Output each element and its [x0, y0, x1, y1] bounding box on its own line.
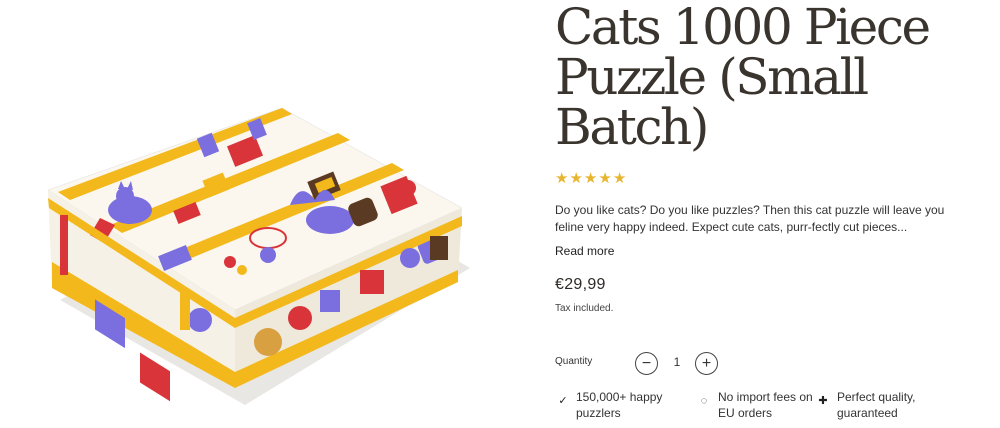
feature-list: ✓ 150,000+ happy puzzlers ◌ No import fe…: [555, 389, 985, 425]
star-icon: ★: [555, 170, 569, 187]
feature-item: ✚ Perfect quality, guaranteed: [817, 389, 967, 421]
star-icon: ★: [569, 170, 583, 187]
minus-icon: −: [641, 354, 652, 372]
feature-text: 150,000+ happy puzzlers: [576, 390, 663, 420]
plus-icon: +: [701, 354, 712, 372]
puzzle-box-illustration: [47, 107, 470, 405]
read-more-link[interactable]: Read more: [555, 244, 614, 258]
tax-note: Tax included.: [555, 303, 614, 314]
rating-stars[interactable]: ★ ★ ★ ★ ★: [555, 170, 985, 187]
puzzle-piece-icon: ✚: [818, 395, 828, 407]
product-description: Do you like cats? Do you like puzzles? T…: [555, 203, 945, 234]
feature-item: ✓ 150,000+ happy puzzlers: [558, 389, 688, 421]
product-image[interactable]: [0, 0, 520, 428]
check-icon: ✓: [558, 395, 568, 407]
dotted-circle-icon: ◌: [700, 395, 708, 407]
quantity-value[interactable]: 1: [667, 355, 687, 369]
product-price: €29,99: [555, 276, 606, 293]
feature-text: No import fees on EU orders: [718, 390, 813, 420]
star-icon: ★: [612, 170, 627, 187]
product-info: Cats 1000 Piece Puzzle (Small Batch) ★ ★…: [555, 0, 985, 420]
increase-quantity-button[interactable]: +: [695, 352, 718, 375]
product-title: Cats 1000 Piece Puzzle (Small Batch): [555, 0, 931, 156]
star-icon: ★: [583, 170, 598, 187]
quantity-label: Quantity: [555, 356, 593, 367]
quantity-stepper: Quantity − 1 +: [555, 350, 985, 376]
decrease-quantity-button[interactable]: −: [635, 352, 658, 375]
feature-text: Perfect quality, guaranteed: [837, 390, 916, 420]
star-icon: ★: [598, 170, 612, 187]
